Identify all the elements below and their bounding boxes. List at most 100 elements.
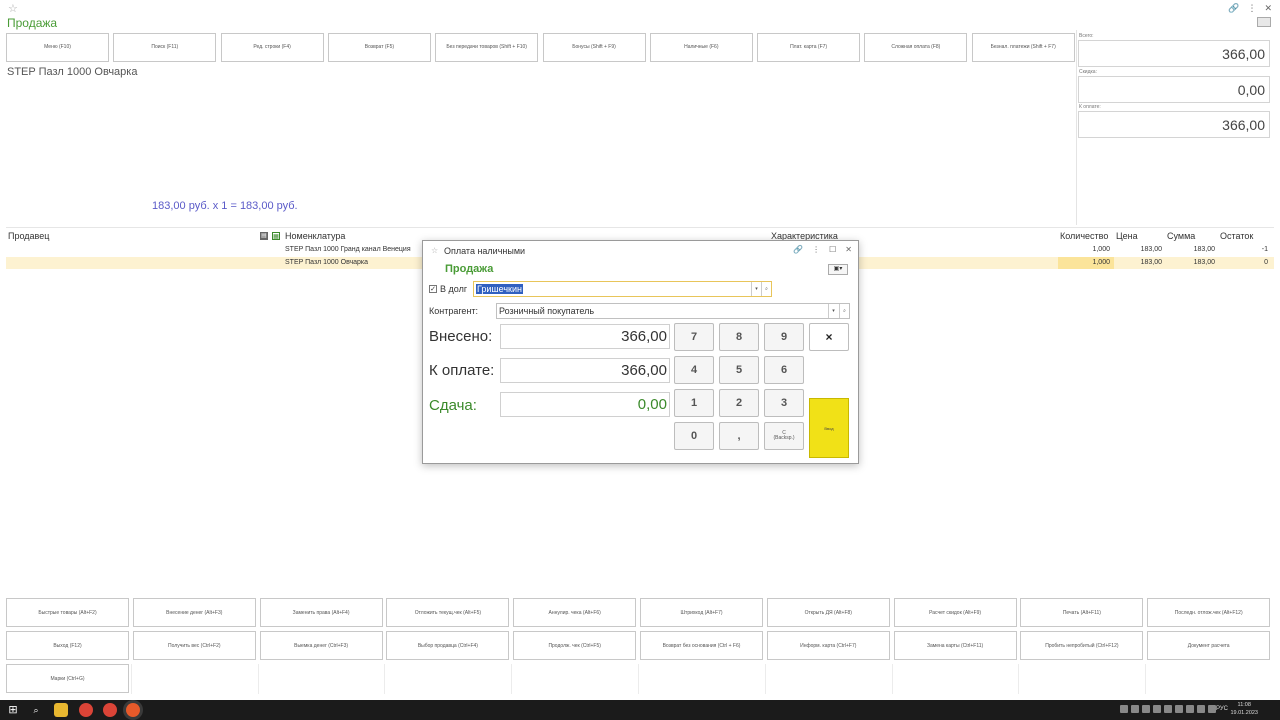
more-icon[interactable]: ⋮ <box>812 245 820 254</box>
tray-icon[interactable] <box>1175 705 1183 713</box>
bottom-button[interactable]: Документ расчета <box>1147 631 1271 660</box>
dialog-menu-button[interactable]: ▣▾ <box>828 264 848 275</box>
tray-icon[interactable] <box>1186 705 1194 713</box>
top-button-4[interactable]: Без передачи товаров (Shift + F10) <box>435 33 539 62</box>
keypad-key[interactable]: 7 <box>674 323 714 351</box>
top-button-1[interactable]: Поиск (F11) <box>113 33 217 62</box>
favorite-star-icon[interactable]: ☆ <box>431 246 438 255</box>
table-cell-qty[interactable]: 1,000 <box>1058 259 1110 266</box>
tray-icon[interactable] <box>1208 705 1216 713</box>
bottom-button[interactable]: Выход (F12) <box>6 631 129 660</box>
table-cell-item[interactable]: STEP Пазл 1000 Гранд канал Венеция <box>285 246 425 253</box>
dropdown-icon[interactable]: ▾ <box>828 304 838 318</box>
tray-icon[interactable] <box>1164 705 1172 713</box>
table-cell-sum[interactable]: 183,00 <box>1165 246 1215 253</box>
divider <box>130 664 132 694</box>
bottom-button[interactable]: Печать (Alt+F11) <box>1020 598 1144 627</box>
top-button-7[interactable]: Плат. карта (F7) <box>757 33 861 62</box>
close-icon[interactable]: ✕ <box>1264 3 1272 14</box>
bottom-button[interactable]: Марки (Ctrl+G) <box>6 664 129 693</box>
deposited-input[interactable]: 366,00 <box>500 324 670 349</box>
table-cell-rest[interactable]: 0 <box>1220 259 1268 266</box>
debtor-input[interactable]: Гришечкин ▾ ⌕ <box>473 281 772 297</box>
keypad-key[interactable]: 4 <box>674 356 714 384</box>
top-button-3[interactable]: Возврат (F5) <box>327 33 431 62</box>
bottom-button[interactable]: Пробить непробитый (Ctrl+F12) <box>1020 631 1144 660</box>
maximize-icon[interactable]: ☐ <box>829 245 836 254</box>
table-cell-rest[interactable]: -1 <box>1220 246 1268 253</box>
column-price[interactable]: Цена <box>1116 231 1138 244</box>
table-cell-sum[interactable]: 183,00 <box>1165 259 1215 266</box>
enter-button[interactable]: Ввод <box>809 398 849 458</box>
bottom-button[interactable]: Выемка денег (Ctrl+F3) <box>259 631 383 660</box>
top-button-0[interactable]: Меню (F10) <box>6 33 109 62</box>
close-keypad-button[interactable]: × <box>809 323 849 351</box>
contractor-input[interactable]: Розничный покупатель ▾ ⌕ <box>496 303 850 319</box>
layout-toggle-icon[interactable] <box>1257 17 1271 27</box>
dropdown-icon[interactable]: ▾ <box>751 282 761 296</box>
keypad-key[interactable]: 5 <box>719 356 759 384</box>
bottom-button[interactable]: Замена карты (Ctrl+F11) <box>893 631 1017 660</box>
keypad-key[interactable]: 6 <box>764 356 804 384</box>
bottom-button[interactable]: Последн. отлож.чек (Alt+F12) <box>1147 598 1271 627</box>
bottom-button[interactable]: Выбор продавца (Ctrl+F4) <box>386 631 510 660</box>
keypad-key[interactable]: 1 <box>674 389 714 417</box>
column-toggle-icon[interactable]: ▦ <box>272 232 280 240</box>
bottom-button[interactable]: Открыть ДЯ (Alt+F8) <box>766 598 890 627</box>
column-qty[interactable]: Количество <box>1060 231 1108 244</box>
keypad-key[interactable]: 0 <box>674 422 714 450</box>
favorite-star-icon[interactable]: ☆ <box>8 2 18 15</box>
column-item[interactable]: Номенклатура <box>285 231 345 244</box>
tray-icon[interactable] <box>1142 705 1150 713</box>
top-button-9[interactable]: Безнал. платежи (Shift + F7) <box>971 33 1075 62</box>
keypad-key[interactable]: 9 <box>764 323 804 351</box>
chrome-icon[interactable] <box>103 703 117 717</box>
top-button-8[interactable]: Сложная оплата (F8) <box>864 33 968 62</box>
link-icon[interactable]: 🔗 <box>793 245 803 254</box>
keypad-key[interactable]: , <box>719 422 759 450</box>
tray-icon[interactable] <box>1197 705 1205 713</box>
backspace-key[interactable]: C (Backsp.) <box>764 422 804 450</box>
windows-start-icon[interactable]: ⊞ <box>6 703 20 717</box>
bottom-button[interactable]: Штрихкод (Alt+F7) <box>640 598 763 627</box>
keypad-key[interactable]: 2 <box>719 389 759 417</box>
column-sum[interactable]: Сумма <box>1167 231 1195 244</box>
tray-icon[interactable] <box>1131 705 1139 713</box>
bottom-button[interactable]: Быстрые товары (Alt+F2) <box>6 598 129 627</box>
table-cell-price[interactable]: 183,00 <box>1114 259 1162 266</box>
keypad-key[interactable]: 3 <box>764 389 804 417</box>
file-explorer-icon[interactable] <box>54 703 68 717</box>
bottom-button[interactable]: Аннулир. чека (Alt+F6) <box>513 598 637 627</box>
table-cell-qty[interactable]: 1,000 <box>1058 246 1110 253</box>
tray-icon[interactable] <box>1153 705 1161 713</box>
column-seller[interactable]: Продавец <box>8 231 49 244</box>
bottom-button[interactable]: Получить вес (Ctrl+F2) <box>132 631 256 660</box>
keypad-key[interactable]: 8 <box>719 323 759 351</box>
link-icon[interactable]: 🔗 <box>1228 3 1239 14</box>
search-icon[interactable]: ⌕ <box>761 282 771 296</box>
table-cell-item[interactable]: STEP Пазл 1000 Овчарка <box>285 259 425 266</box>
top-button-2[interactable]: Ред. строки (F4) <box>220 33 324 62</box>
table-cell-price[interactable]: 183,00 <box>1114 246 1162 253</box>
debt-checkbox[interactable]: ✓ <box>429 285 437 293</box>
top-button-6[interactable]: Наличные (F6) <box>649 33 753 62</box>
chrome-icon[interactable] <box>79 703 93 717</box>
1c-app-icon[interactable] <box>126 703 140 717</box>
tray-icon[interactable] <box>1120 705 1128 713</box>
language-indicator[interactable]: РУС <box>1216 706 1228 712</box>
search-icon[interactable]: ⌕ <box>29 703 43 717</box>
top-button-5[interactable]: Бонусы (Shift + F9) <box>542 33 646 62</box>
more-icon[interactable]: ⋮ <box>1247 3 1256 14</box>
column-rest[interactable]: Остаток <box>1220 231 1253 244</box>
close-icon[interactable]: ✕ <box>845 245 852 254</box>
bottom-button[interactable]: Отложить текущ.чек (Alt+F5) <box>386 598 510 627</box>
clock[interactable]: 11:08 19.01.2023 <box>1230 702 1258 717</box>
grid-settings-icon[interactable]: ▤ <box>260 232 268 240</box>
bottom-button[interactable]: Информ. карта (Ctrl+F7) <box>766 631 890 660</box>
bottom-button[interactable]: Продолж. чек (Ctrl+F5) <box>513 631 637 660</box>
search-icon[interactable]: ⌕ <box>839 304 849 318</box>
bottom-button[interactable]: Возврат без основания (Ctrl + F6) <box>640 631 763 660</box>
bottom-button[interactable]: Заменить права (Alt+F4) <box>259 598 383 627</box>
bottom-button[interactable]: Расчет скидок (Alt+F9) <box>893 598 1017 627</box>
bottom-button[interactable]: Внесение денег (Alt+F3) <box>132 598 256 627</box>
